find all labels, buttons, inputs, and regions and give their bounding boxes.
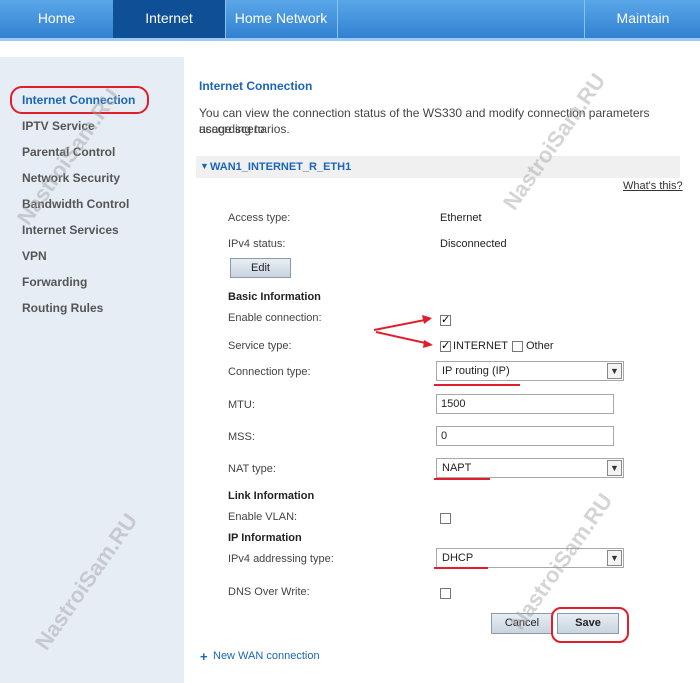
nat-type-value: NAPT xyxy=(442,462,472,474)
ip-information-heading: IP Information xyxy=(228,532,302,544)
annotation-underline xyxy=(434,478,490,480)
annotation-underline xyxy=(434,384,520,386)
connection-type-value: IP routing (IP) xyxy=(442,365,510,377)
enable-vlan-label: Enable VLAN: xyxy=(228,511,298,523)
tab-maintain[interactable]: Maintain xyxy=(584,0,700,38)
ipv4-status-label: IPv4 status: xyxy=(228,238,286,250)
edit-button[interactable]: Edit xyxy=(230,258,291,278)
access-type-value: Ethernet xyxy=(440,212,482,224)
ipv4-addressing-label: IPv4 addressing type: xyxy=(228,553,334,565)
tab-home-network[interactable]: Home Network xyxy=(225,0,338,38)
collapse-triangle-icon[interactable]: ▼ xyxy=(200,161,209,171)
ipv4-addressing-select[interactable]: DHCP ▼ xyxy=(436,548,624,568)
nat-type-label: NAT type: xyxy=(228,463,276,475)
annotation-underline xyxy=(434,567,488,569)
enable-vlan-checkbox[interactable] xyxy=(440,513,451,524)
nav-divider xyxy=(0,38,700,41)
service-other-label: Other xyxy=(526,340,554,352)
page-description-line2: usage scenarios. xyxy=(199,122,290,136)
service-internet-label: INTERNET xyxy=(453,340,508,352)
sidebar-item-vpn[interactable]: VPN xyxy=(22,249,47,263)
nat-type-select[interactable]: NAPT ▼ xyxy=(436,458,624,478)
dns-overwrite-checkbox[interactable] xyxy=(440,588,451,599)
mtu-label: MTU: xyxy=(228,399,255,411)
sidebar-item-routing-rules[interactable]: Routing Rules xyxy=(22,301,103,315)
ipv4-addressing-value: DHCP xyxy=(442,552,474,564)
connection-type-label: Connection type: xyxy=(228,366,311,378)
annotation-oval xyxy=(551,607,629,643)
ipv4-status-value: Disconnected xyxy=(440,238,507,250)
dns-overwrite-label: DNS Over Write: xyxy=(228,586,310,598)
chevron-down-icon[interactable]: ▼ xyxy=(607,550,622,566)
annotation-arrows-icon xyxy=(373,315,433,348)
mss-label: MSS: xyxy=(228,431,255,443)
tab-home[interactable]: Home xyxy=(0,0,114,38)
link-information-heading: Link Information xyxy=(228,490,315,502)
tab-internet[interactable]: Internet xyxy=(113,0,226,38)
page-title: Internet Connection xyxy=(199,79,313,93)
mtu-input[interactable]: 1500 xyxy=(436,394,614,414)
connection-type-select[interactable]: IP routing (IP) ▼ xyxy=(436,361,624,381)
enable-connection-label: Enable connection: xyxy=(228,312,322,324)
basic-information-heading: Basic Information xyxy=(228,291,321,303)
annotation-oval xyxy=(10,86,149,114)
service-other-checkbox[interactable] xyxy=(512,341,523,352)
whats-this-link[interactable]: What's this? xyxy=(623,180,683,192)
top-navigation: Home Internet Home Network Maintain xyxy=(0,0,700,41)
chevron-down-icon[interactable]: ▼ xyxy=(607,460,622,476)
mss-input[interactable]: 0 xyxy=(436,426,614,446)
plus-icon[interactable]: + xyxy=(200,649,208,664)
sidebar-item-forwarding[interactable]: Forwarding xyxy=(22,275,87,289)
access-type-label: Access type: xyxy=(228,212,291,224)
chevron-down-icon[interactable]: ▼ xyxy=(607,363,622,379)
new-wan-connection-link[interactable]: New WAN connection xyxy=(213,650,320,662)
wan-name[interactable]: WAN1_INTERNET_R_ETH1 xyxy=(210,161,351,173)
service-type-label: Service type: xyxy=(228,340,292,352)
